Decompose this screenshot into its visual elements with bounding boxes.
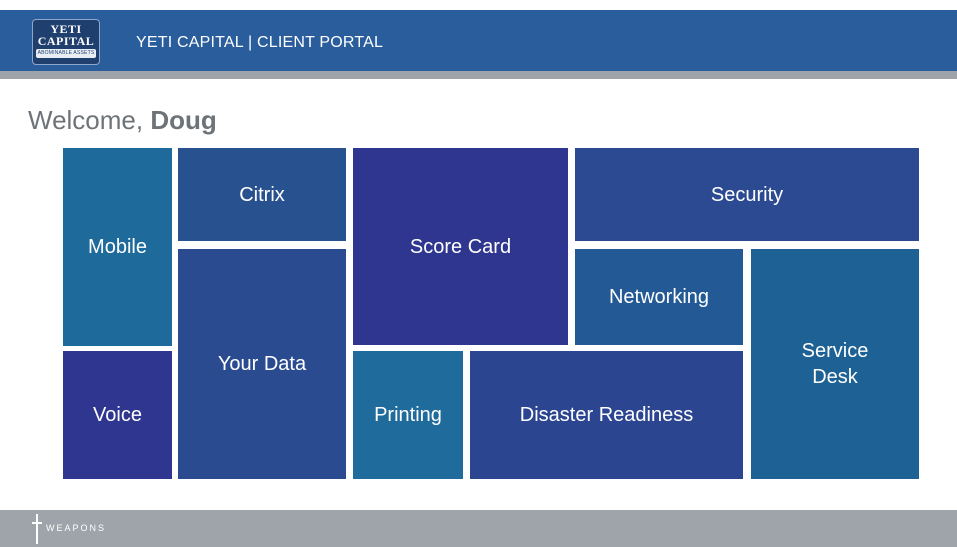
tile-mobile[interactable]: Mobile (63, 148, 172, 346)
tile-label: Networking (608, 286, 710, 308)
cross-icon (32, 514, 42, 544)
tile-service-desk[interactable]: Service Desk (751, 249, 919, 479)
tile-citrix[interactable]: Citrix (178, 148, 346, 241)
tile-security[interactable]: Security (575, 148, 919, 241)
top-margin (0, 0, 957, 10)
tile-your-data[interactable]: Your Data (178, 249, 346, 479)
welcome-message: Welcome, Doug (28, 104, 217, 136)
right-margin (949, 79, 957, 510)
company-logo[interactable]: YETI CAPITAL ABOMINABLE ASSETS (32, 19, 100, 65)
tile-label: Printing (374, 404, 442, 426)
tile-label: Score Card (409, 235, 512, 258)
welcome-prefix: Welcome, (28, 105, 151, 135)
logo-tagline: ABOMINABLE ASSETS (36, 49, 96, 58)
tile-label: Citrix (239, 183, 285, 206)
footer-brand: WEAPONS (46, 523, 107, 533)
logo-text-line2: CAPITAL (37, 34, 95, 48)
portal-title: YETI CAPITAL | CLIENT PORTAL (136, 34, 384, 51)
tile-label: Disaster Readiness (519, 404, 694, 426)
tile-label: Mobile (88, 236, 147, 258)
tile-printing[interactable]: Printing (353, 351, 463, 479)
tile-label: Voice (93, 404, 142, 426)
tile-networking[interactable]: Networking (575, 249, 743, 345)
portal-footer: WEAPONS (0, 510, 957, 547)
header-divider (0, 71, 957, 79)
user-name: Doug (150, 105, 217, 135)
tile-label: Service Desk (801, 340, 869, 388)
tile-label: Your Data (217, 353, 307, 375)
tile-score-card[interactable]: Score Card (353, 148, 568, 345)
tile-voice[interactable]: Voice (63, 351, 172, 479)
tile-disaster-readiness[interactable]: Disaster Readiness (470, 351, 743, 479)
tile-label: Security (710, 183, 784, 206)
